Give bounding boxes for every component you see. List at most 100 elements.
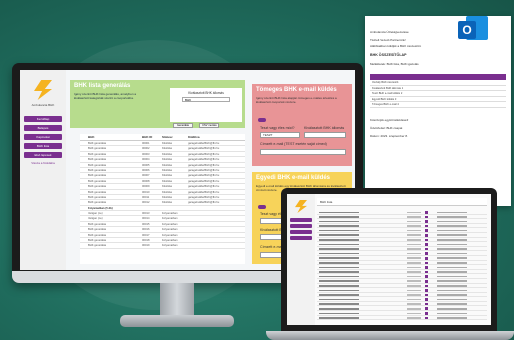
laptop-cell <box>319 312 359 315</box>
laptop: BHK lista <box>281 188 497 331</box>
laptop-cell <box>319 289 359 292</box>
table-cell-name: BHK generálás <box>88 233 107 237</box>
bhk-table: BHK BHK ID Státusz Kiállítva BHK generál… <box>80 134 245 264</box>
checkbox[interactable] <box>425 220 428 223</box>
doc-table-row: Tömeges BHK e-mail 4 <box>370 102 506 108</box>
laptop-sidebar-item[interactable] <box>290 224 312 228</box>
monitor-stand-neck <box>160 283 194 317</box>
table-cell-date: garagebuilderBHK@fbi.hu <box>188 163 220 167</box>
lightning-logo-icon <box>295 200 307 213</box>
table-cell-name: BHK generálás <box>88 201 107 205</box>
csv-save-button[interactable]: CSV mentés <box>199 123 220 128</box>
laptop-cell <box>319 211 359 214</box>
laptop-cell <box>437 220 467 223</box>
table-cell-id: 00003 <box>142 152 150 156</box>
laptop-cell <box>407 252 421 255</box>
table-cell-name: BHK generálás <box>88 195 107 199</box>
lightning-logo-icon <box>34 80 52 100</box>
checkbox[interactable] <box>425 211 428 214</box>
laptop-cell <box>437 257 467 260</box>
laptop-cell <box>437 307 467 310</box>
checkbox[interactable] <box>425 307 428 311</box>
table-cell-id: 00012 <box>142 201 150 205</box>
station-label: Kiválasztott BHK állomás <box>304 126 345 130</box>
recipient-label: Címzett e-mail (TEST esetén saját címed) <box>260 142 327 146</box>
laptop-cell <box>319 234 359 237</box>
column-header-bhk[interactable]: BHK <box>88 134 95 141</box>
laptop-cell <box>407 294 421 296</box>
checkbox[interactable] <box>425 224 428 228</box>
station-select[interactable] <box>304 132 346 138</box>
checkbox[interactable] <box>425 302 428 306</box>
mass-email-card: Tömeges BHK e-mail küldés Igény szerinti… <box>252 84 352 166</box>
laptop-cell <box>437 294 467 296</box>
checkbox[interactable] <box>425 256 428 260</box>
sidebar-item-bhk-list[interactable]: BHK lista <box>24 143 62 149</box>
doc-line: Köszönjük együttműködését! <box>370 118 409 122</box>
back-link[interactable]: Vissza a főoldalra <box>24 161 62 165</box>
laptop-cell <box>437 271 467 273</box>
laptop-cell <box>407 303 421 305</box>
mode-toggle[interactable] <box>258 205 266 209</box>
checkbox[interactable] <box>425 275 428 278</box>
table-row[interactable]: BHK generálás 00019 Folyamatban <box>80 243 245 249</box>
table-cell-id: 00010 <box>142 190 150 194</box>
laptop-cell <box>437 234 467 237</box>
checkbox[interactable] <box>425 238 428 242</box>
laptop-sidebar-item[interactable] <box>290 236 312 240</box>
laptop-cell <box>437 266 467 269</box>
table-cell-date: garagebuilderBHK@fbi.hu <box>188 195 220 199</box>
table-cell-status: Kiküldve <box>162 168 173 172</box>
checkbox[interactable] <box>425 293 428 297</box>
laptop-cell <box>437 248 467 250</box>
checkbox[interactable] <box>425 316 428 320</box>
checkbox[interactable] <box>425 289 428 292</box>
table-cell-status: Kiküldve <box>162 152 173 156</box>
checkbox[interactable] <box>425 215 428 219</box>
table-cell-name: BHK generálás <box>88 190 107 194</box>
column-header-status[interactable]: Státusz <box>162 134 173 141</box>
station-select[interactable]: BHK <box>182 97 230 102</box>
table-cell-status: Kiküldve <box>162 190 173 194</box>
checkbox[interactable] <box>425 266 428 269</box>
checkbox[interactable] <box>425 233 428 237</box>
sidebar-item-login[interactable]: Belépés <box>24 125 62 131</box>
sidebar-item-contact[interactable]: Kapcsolat <box>24 134 62 140</box>
laptop-cell <box>407 225 421 227</box>
column-header-id[interactable]: BHK ID <box>142 134 152 141</box>
bulk-generation-description: Igény szerinti BHK lista generálás, amel… <box>74 92 137 100</box>
checkbox[interactable] <box>425 312 428 315</box>
sidebar-item-home[interactable]: Kezdőlap <box>24 116 62 122</box>
checkbox[interactable] <box>425 270 428 274</box>
outlook-icon: O <box>458 14 488 44</box>
laptop-cell <box>319 280 359 282</box>
laptop-sidebar-item[interactable] <box>290 230 312 234</box>
checkbox[interactable] <box>425 261 428 265</box>
table-cell-date: garagebuilderBHK@fbi.hu <box>188 158 220 162</box>
recipient-email-input[interactable] <box>260 149 346 155</box>
mass-email-description: Igény szerinti BHK lista alapján tömeges… <box>256 96 337 104</box>
sidebar-item-first-steps[interactable]: Első lépések <box>24 152 62 158</box>
table-cell-date: garagebuilderBHK@fbi.hu <box>188 185 220 189</box>
table-cell-id: 00015 <box>142 222 150 226</box>
laptop-table <box>317 210 487 321</box>
checkbox[interactable] <box>425 243 428 246</box>
laptop-table-row[interactable] <box>317 316 487 321</box>
checkbox[interactable] <box>425 252 428 255</box>
laptop-sidebar-item[interactable] <box>290 218 312 222</box>
table-cell-status: Kiküldve <box>162 174 173 178</box>
laptop-cell <box>319 248 359 250</box>
bulk-generation-card: BHK lista generálás Igény szerinti BHK l… <box>70 80 245 146</box>
laptop-cell <box>319 298 359 301</box>
mode-toggle[interactable] <box>258 118 266 122</box>
checkbox[interactable] <box>425 284 428 288</box>
table-cell-name: BHK generálás <box>88 239 107 243</box>
mode-select[interactable]: TESZT <box>260 132 300 138</box>
generate-button[interactable]: Generálás <box>173 123 193 128</box>
checkbox[interactable] <box>425 298 428 301</box>
checkbox[interactable] <box>425 247 428 251</box>
table-cell-status: Folyamatban <box>162 228 178 232</box>
checkbox[interactable] <box>425 229 428 232</box>
checkbox[interactable] <box>425 279 428 283</box>
column-header-date[interactable]: Kiállítva <box>188 134 200 141</box>
